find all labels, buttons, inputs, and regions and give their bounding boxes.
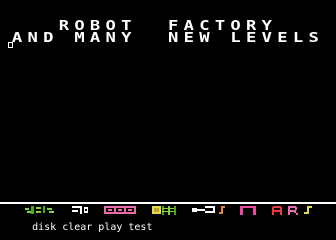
test-menu-item[interactable]: test	[128, 223, 152, 233]
disk-menu-item[interactable]: disk	[32, 223, 56, 233]
clear-menu-item[interactable]: clear	[62, 223, 92, 233]
yellow-hook-tile-icon[interactable]	[304, 205, 313, 215]
red-letter-a-tile-icon[interactable]	[272, 205, 282, 215]
pink-letter-r-tile-icon[interactable]	[288, 205, 298, 215]
play-menu-item[interactable]: play	[98, 223, 122, 233]
editor-divider	[0, 202, 336, 204]
game-screen: ROBOT FACTORY AND MANY NEW LEVELS disk c…	[0, 0, 336, 240]
white-key-tile-icon[interactable]	[192, 205, 218, 215]
green-ladder-tile-icon[interactable]	[162, 205, 178, 215]
editor-menu: disk clear play test	[8, 213, 158, 233]
pink-arch-tile-icon[interactable]	[240, 205, 256, 215]
subtitle-new-levels: AND MANY NEW LEVELS	[11, 31, 325, 46]
orange-hook-tile-icon[interactable]	[219, 205, 227, 215]
text-cursor	[8, 42, 13, 48]
